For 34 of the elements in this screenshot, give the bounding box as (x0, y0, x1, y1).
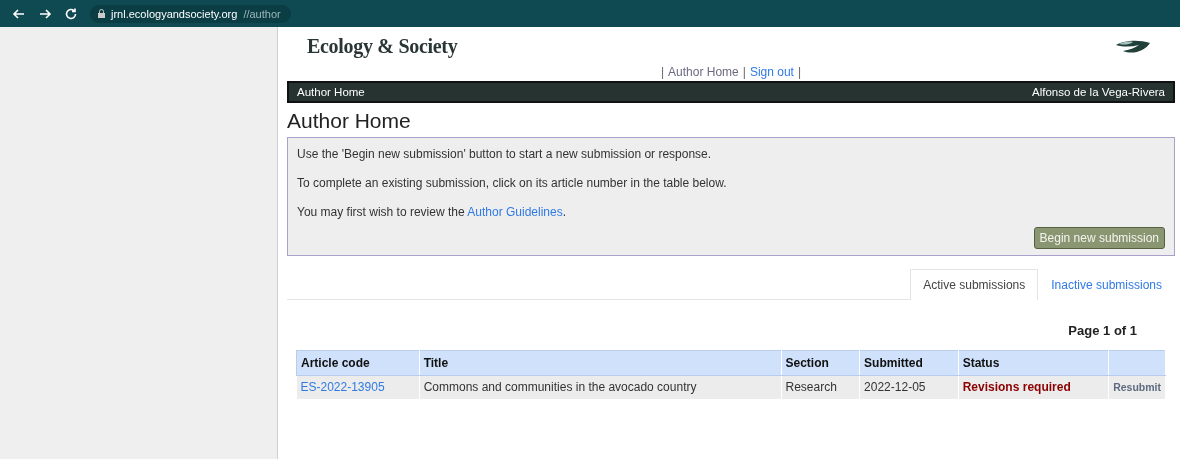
article-link[interactable]: ES-2022-13905 (300, 380, 385, 394)
info-text: Use the 'Begin new submission' button to start a new submission or response. (297, 147, 713, 161)
user-name: Alfonso de la Vega-Rivera (1032, 86, 1165, 98)
column-header: Section (781, 350, 860, 376)
column-header: Submitted (859, 350, 959, 376)
table-cell: Commons and communities in the avocado country (419, 375, 781, 399)
reload-icon[interactable] (64, 6, 78, 21)
url-host: jrnl.ecologyandsociety.org (111, 7, 238, 20)
page-title: Author Home (287, 109, 412, 133)
separator-text: | (797, 65, 802, 79)
column-header (1108, 350, 1166, 376)
header-link[interactable]: Author Home (668, 65, 739, 79)
guidelines-link[interactable]: Author Guidelines (467, 205, 563, 219)
forward-icon[interactable] (38, 6, 52, 21)
nav-title: Author Home (297, 86, 365, 98)
new-submission-button[interactable]: Begin new submission (1033, 227, 1165, 249)
status-text: Revisions required (962, 380, 1071, 394)
column-header: Status (958, 350, 1109, 376)
column-header: Article code (296, 350, 420, 376)
info-text: To complete an existing submission, click on its article number in the table below. (297, 176, 728, 190)
back-icon[interactable] (12, 6, 26, 21)
resubmit-link[interactable]: Resubmit (1113, 381, 1161, 393)
lock-icon (98, 9, 105, 18)
url-path: //author (243, 7, 281, 20)
separator-text: | (742, 65, 746, 79)
column-header: Title (419, 350, 781, 376)
separator-text: | (660, 65, 665, 79)
address-bar[interactable]: jrnl.ecologyandsociety.org //author (90, 4, 291, 23)
leaf-icon (1115, 38, 1151, 55)
site-logo: Ecology & Society (307, 35, 458, 58)
pagination-text: Page 1 of 1 (1068, 323, 1137, 338)
submissions-tab[interactable]: Active submissions (910, 269, 1039, 300)
info-text: You may first wish to review the Author Guidelines. (297, 205, 568, 219)
header-link[interactable]: Sign out (749, 65, 794, 79)
